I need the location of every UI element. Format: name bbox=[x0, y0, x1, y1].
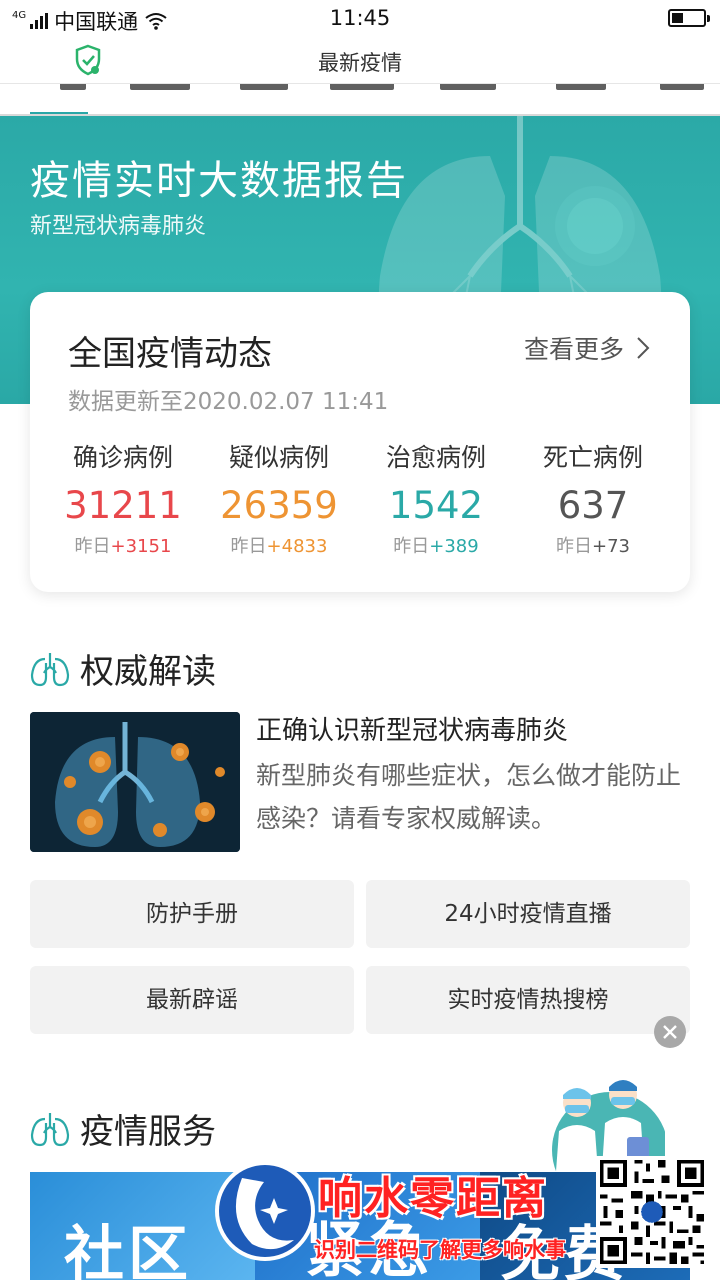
chevron-right-icon bbox=[637, 337, 650, 359]
stat-delta: 昨日+389 bbox=[361, 532, 511, 558]
stat-confirmed[interactable]: 确诊病例 31211 昨日+3151 bbox=[48, 438, 198, 558]
hero-title: 疫情实时大数据报告 bbox=[30, 158, 408, 204]
lungs-icon bbox=[30, 1112, 70, 1146]
article-description: 新型肺炎有哪些症状，怎么做才能防止感染？请看专家权威解读。 bbox=[256, 761, 682, 833]
update-timestamp: 数据更新至2020.02.07 11:41 bbox=[68, 389, 389, 415]
section-title: 权威解读 bbox=[80, 652, 216, 692]
stat-cured[interactable]: 治愈病例 1542 昨日+389 bbox=[361, 438, 511, 558]
delta-value: +389 bbox=[429, 536, 479, 557]
stat-deaths[interactable]: 死亡病例 637 昨日+73 bbox=[518, 438, 668, 558]
live-broadcast-button[interactable]: 24小时疫情直播 bbox=[366, 880, 690, 948]
stat-value: 637 bbox=[557, 484, 629, 527]
national-stats-card: 全国疫情动态 查看更多 数据更新至2020.02.07 11:41 确诊病例 3… bbox=[30, 292, 690, 592]
delta-value: +3151 bbox=[110, 536, 172, 557]
card-title: 全国疫情动态 bbox=[68, 334, 272, 374]
stat-label: 治愈病例 bbox=[385, 443, 486, 472]
tab-ghost bbox=[330, 84, 394, 90]
protection-manual-button[interactable]: 防护手册 bbox=[30, 880, 354, 948]
authority-section-header: 权威解读 bbox=[30, 644, 216, 693]
virus-lungs-image bbox=[30, 712, 240, 852]
tab-ghost bbox=[440, 84, 496, 90]
clock: 11:45 bbox=[329, 6, 391, 30]
stat-label: 死亡病例 bbox=[542, 443, 643, 472]
stat-delta: 昨日+3151 bbox=[48, 532, 198, 558]
hot-search-button[interactable]: 实时疫情热搜榜 bbox=[366, 966, 690, 1034]
stat-label: 确诊病例 bbox=[72, 443, 173, 472]
tab-ghost bbox=[60, 84, 86, 90]
delta-value: +4833 bbox=[266, 536, 328, 557]
article-title[interactable]: 正确认识新型冠状病毒肺炎 bbox=[256, 710, 568, 747]
watermark-logo-icon bbox=[215, 1161, 315, 1261]
stat-label: 疑似病例 bbox=[228, 443, 329, 472]
stat-value: 26359 bbox=[220, 484, 338, 527]
stat-value: 31211 bbox=[64, 484, 182, 527]
banner-label: 社区 bbox=[64, 1220, 192, 1280]
stat-delta: 昨日+4833 bbox=[204, 532, 354, 558]
see-more-link[interactable]: 查看更多 bbox=[524, 330, 650, 366]
stat-value: 1542 bbox=[388, 484, 484, 527]
close-float-button[interactable] bbox=[654, 1016, 686, 1048]
delta-prefix: 昨日 bbox=[393, 536, 430, 557]
article-thumbnail[interactable] bbox=[30, 712, 240, 852]
lungs-icon bbox=[30, 652, 70, 686]
services-section-header: 疫情服务 bbox=[30, 1104, 216, 1153]
delta-prefix: 昨日 bbox=[74, 536, 111, 557]
page-title: 最新疫情 bbox=[318, 51, 402, 75]
stat-suspected[interactable]: 疑似病例 26359 昨日+4833 bbox=[204, 438, 354, 558]
tab-strip[interactable] bbox=[0, 84, 720, 116]
status-bar: 4G 中国联通 11:45 bbox=[0, 0, 720, 38]
hero-subtitle: 新型冠状病毒肺炎 bbox=[30, 214, 207, 239]
section-title: 疫情服务 bbox=[80, 1112, 216, 1152]
tab-ghost bbox=[240, 84, 288, 90]
rumor-refuting-button[interactable]: 最新辟谣 bbox=[30, 966, 354, 1034]
qr-code-icon[interactable] bbox=[596, 1156, 708, 1268]
tab-ghost bbox=[556, 84, 606, 90]
delta-prefix: 昨日 bbox=[230, 536, 267, 557]
watermark-subtitle: 识别二维码了解更多响水事 bbox=[314, 1238, 566, 1262]
title-bar: 最新疫情 bbox=[0, 38, 720, 84]
stat-delta: 昨日+73 bbox=[518, 532, 668, 558]
close-icon bbox=[663, 1025, 677, 1039]
battery-level bbox=[672, 13, 683, 23]
see-more-label: 查看更多 bbox=[523, 335, 624, 364]
battery-icon bbox=[668, 9, 710, 27]
delta-value: +73 bbox=[592, 536, 630, 557]
tab-ghost bbox=[130, 84, 190, 90]
delta-prefix: 昨日 bbox=[556, 536, 592, 557]
tab-ghost bbox=[660, 84, 704, 90]
watermark-title: 响水零距离 bbox=[318, 1173, 548, 1224]
